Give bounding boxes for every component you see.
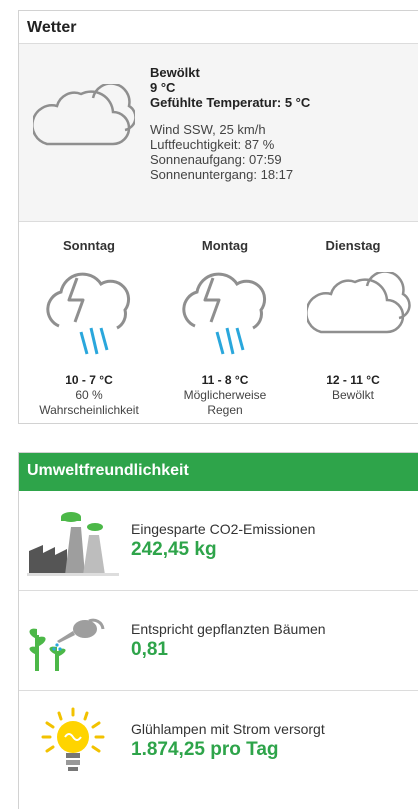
- eco-value: 0,81: [131, 639, 168, 660]
- factory-icon: [27, 512, 119, 576]
- forecast-temperature: 10 - 7 °C: [65, 373, 113, 387]
- eco-title: Umweltfreundlichkeit: [19, 453, 418, 491]
- eco-row-trees: Entspricht gepflanzten Bäumen 0,81: [19, 591, 418, 691]
- forecast-temperature: 11 - 8 °C: [201, 373, 249, 387]
- forecast-row: Sonntag 10 - 7 °C 60 % Wahrscheinlichkei…: [19, 222, 418, 424]
- thunder-rain-icon: [46, 272, 130, 355]
- forecast-desc-line1: 60 %: [75, 388, 103, 402]
- eco-value: 1.874,25 pro Tag: [131, 739, 279, 760]
- cloud-icon: [307, 272, 411, 334]
- plant-watering-icon: [29, 618, 105, 671]
- current-temperature: 9 °C: [150, 80, 176, 95]
- forecast-day-name: Sonntag: [63, 238, 115, 253]
- forecast-description: Bewölkt: [287, 388, 418, 403]
- eco-widget: Umweltfreundlichkeit Eingesparte CO2-Emi…: [18, 452, 418, 809]
- forecast-temperature: 12 - 11 °C: [326, 373, 380, 387]
- thunder-rain-icon: [182, 272, 266, 355]
- eco-row-bulbs: Glühlampen mit Strom versorgt 1.874,25 p…: [19, 691, 418, 791]
- sunrise-info: Sonnenaufgang: 07:59: [150, 152, 282, 167]
- eco-value: 242,45 kg: [131, 539, 217, 560]
- forecast-description: Möglicherweise Regen: [155, 388, 295, 418]
- forecast-desc-line1: Bewölkt: [331, 388, 375, 402]
- eco-label: Eingesparte CO2-Emissionen: [131, 521, 316, 537]
- forecast-day-name: Dienstag: [325, 238, 381, 253]
- eco-label: Entspricht gepflanzten Bäumen: [131, 621, 326, 637]
- weather-title: Wetter: [19, 11, 418, 44]
- current-weather: Bewölkt 9 °C Gefühlte Temperatur: 5 °C W…: [19, 44, 418, 222]
- eco-row-co2: Eingesparte CO2-Emissionen 242,45 kg: [19, 491, 418, 591]
- lightbulb-icon: [41, 707, 105, 771]
- wind-info: Wind SSW, 25 km/h: [150, 122, 266, 137]
- forecast-description: 60 % Wahrscheinlichkeit: [19, 388, 159, 418]
- cloud-icon: [33, 84, 135, 146]
- feels-like-temperature: Gefühlte Temperatur: 5 °C: [150, 95, 311, 110]
- forecast-desc-line2: Wahrscheinlichkeit: [39, 403, 139, 417]
- current-condition: Bewölkt: [150, 65, 200, 80]
- eco-label: Glühlampen mit Strom versorgt: [131, 721, 325, 737]
- sunset-info: Sonnenuntergang: 18:17: [150, 167, 294, 182]
- humidity-info: Luftfeuchtigkeit: 87 %: [150, 137, 275, 152]
- forecast-desc-line2: Regen: [207, 403, 243, 417]
- weather-widget: Wetter Bewölkt 9 °C Gefühlte Temperatur:…: [18, 10, 418, 424]
- forecast-desc-line1: Möglicherweise: [183, 388, 267, 402]
- forecast-day-name: Montag: [201, 238, 249, 253]
